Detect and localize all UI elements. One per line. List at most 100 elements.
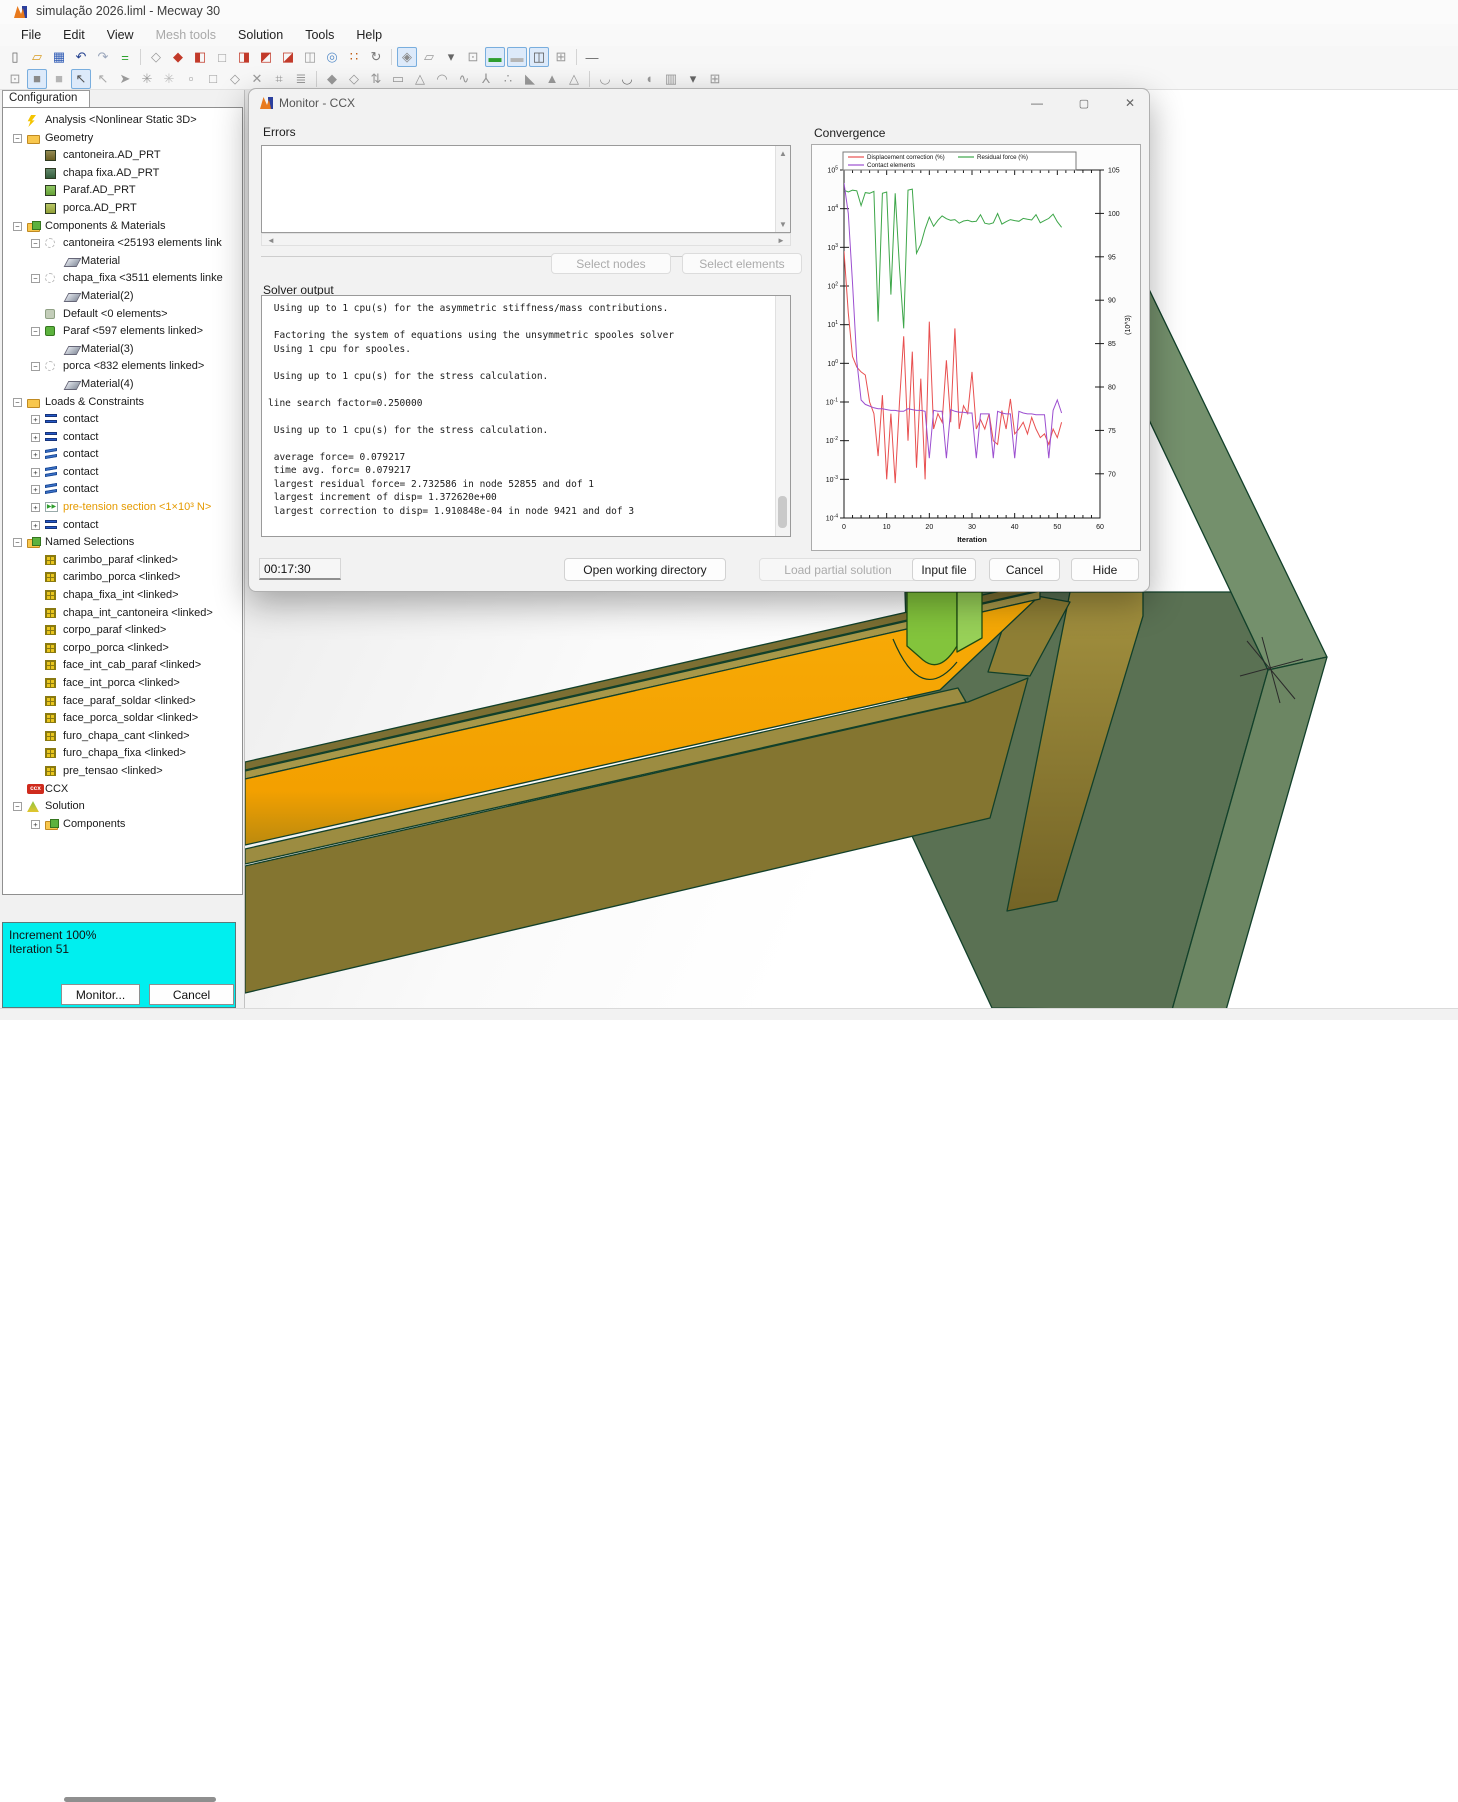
scroll-right-icon[interactable]: ► (774, 236, 788, 245)
tree-item-material3[interactable]: Material(3) (3, 341, 242, 359)
scrollbar-thumb[interactable] (64, 1797, 216, 1802)
tree-item-pre_tensao[interactable]: pre_tensao <linked> (3, 763, 242, 781)
collapse-icon[interactable]: − (31, 274, 40, 283)
toolbar-icon-1-16[interactable]: ∷ (344, 47, 364, 67)
expand-icon[interactable]: + (31, 415, 40, 424)
toolbar-icon-2-17[interactable]: ⇅ (366, 69, 386, 89)
toolbar-icon-2-16[interactable]: ◇ (344, 69, 364, 89)
tab-configuration[interactable]: Configuration (2, 90, 90, 107)
toolbar-icon-2-23[interactable]: ∴ (498, 69, 518, 89)
toolbar-icon-2-18[interactable]: ▭ (388, 69, 408, 89)
tree-item-material[interactable]: Material (3, 253, 242, 271)
toolbar-icon-1-13[interactable]: ◪ (278, 47, 298, 67)
tree-item-chapa[interactable]: chapa fixa.AD_PRT (3, 165, 242, 183)
toolbar-icon-2-20[interactable]: ◠ (432, 69, 452, 89)
toolbar-icon-2-7[interactable]: ✳ (159, 69, 179, 89)
toolbar-icon-1-9[interactable]: ◧ (190, 47, 210, 67)
scrollbar-thumb[interactable] (778, 496, 787, 528)
tree-item-chapa_fixa_int[interactable]: chapa_fixa_int <linked> (3, 587, 242, 605)
toolbar-icon-1-24[interactable]: ▬ (507, 47, 527, 67)
tree-item-named[interactable]: −Named Selections (3, 534, 242, 552)
collapse-icon[interactable]: − (13, 134, 22, 143)
tree-item-loads[interactable]: −Loads & Constraints (3, 394, 242, 412)
toolbar-icon-1-3[interactable]: ↶ (71, 47, 91, 67)
tree-item-solution[interactable]: −Solution (3, 798, 242, 816)
toolbar-icon-1-4[interactable]: ↷ (93, 47, 113, 67)
toolbar-icon-1-22[interactable]: ⊡ (463, 47, 483, 67)
toolbar-icon-2-6[interactable]: ✳ (137, 69, 157, 89)
toolbar-icon-2-9[interactable]: □ (203, 69, 223, 89)
tree-horizontal-scrollbar[interactable] (2, 896, 243, 909)
toolbar-icon-2-2[interactable]: ■ (49, 69, 69, 89)
toolbar-icon-1-7[interactable]: ◇ (146, 47, 166, 67)
toolbar-icon-1-0[interactable]: ▯ (5, 47, 25, 67)
tree-item-material2[interactable]: Material(2) (3, 288, 242, 306)
tree-item-face_int_porca[interactable]: face_int_porca <linked> (3, 675, 242, 693)
toolbar-icon-2-26[interactable]: △ (564, 69, 584, 89)
tree-item-analysis[interactable]: Analysis <Nonlinear Static 3D> (3, 112, 242, 130)
toolbar-icon-1-20[interactable]: ▱ (419, 47, 439, 67)
expand-icon[interactable]: + (31, 503, 40, 512)
expand-icon[interactable]: + (31, 485, 40, 494)
toolbar-icon-2-5[interactable]: ➤ (115, 69, 135, 89)
tree-item-components[interactable]: +Components (3, 816, 242, 834)
tree-item-face_paraf_soldar[interactable]: face_paraf_soldar <linked> (3, 693, 242, 711)
toolbar-icon-2-33[interactable]: ⊞ (705, 69, 725, 89)
collapse-icon[interactable]: − (13, 802, 22, 811)
collapse-icon[interactable]: − (13, 222, 22, 231)
close-icon[interactable]: ✕ (1115, 93, 1145, 113)
minimize-icon[interactable]: — (1022, 93, 1052, 113)
scroll-up-icon[interactable]: ▲ (776, 149, 790, 158)
toolbar-icon-1-10[interactable]: □ (212, 47, 232, 67)
toolbar-icon-2-11[interactable]: ✕ (247, 69, 267, 89)
tree-item-material4[interactable]: Material(4) (3, 376, 242, 394)
toolbar-icon-2-32[interactable]: ▾ (683, 69, 703, 89)
toolbar-icon-2-30[interactable]: ◖ (639, 69, 659, 89)
tree-item-chapa_int_cantoneira[interactable]: chapa_int_cantoneira <linked> (3, 605, 242, 623)
scroll-left-icon[interactable]: ◄ (264, 236, 278, 245)
hide-button[interactable]: Hide (1071, 558, 1139, 581)
tree-item-ccx[interactable]: ccxCCX (3, 781, 242, 799)
scroll-down-icon[interactable]: ▼ (776, 220, 790, 229)
toolbar-icon-1-23[interactable]: ▬ (485, 47, 505, 67)
tree-item-corpo_paraf[interactable]: corpo_paraf <linked> (3, 622, 242, 640)
toolbar-icon-2-10[interactable]: ◇ (225, 69, 245, 89)
select-nodes-button[interactable]: Select nodes (551, 253, 671, 274)
toolbar-icon-1-19[interactable]: ◈ (397, 47, 417, 67)
tree-item-face_porca_soldar[interactable]: face_porca_soldar <linked> (3, 710, 242, 728)
toolbar-icon-2-8[interactable]: ▫ (181, 69, 201, 89)
errors-hscrollbar[interactable]: ◄ ► (261, 233, 791, 246)
cancel-solve-button[interactable]: Cancel (149, 984, 234, 1005)
toolbar-icon-1-11[interactable]: ◨ (234, 47, 254, 67)
tree-item-contact[interactable]: +contact (3, 517, 242, 535)
tree-item-paraf[interactable]: −Paraf <597 elements linked> (3, 323, 242, 341)
toolbar-icon-2-3[interactable]: ↖ (71, 69, 91, 89)
input-file-button[interactable]: Input file (912, 558, 976, 581)
toolbar-icon-2-29[interactable]: ◡ (617, 69, 637, 89)
open-working-directory-button[interactable]: Open working directory (564, 558, 726, 581)
expand-icon[interactable]: + (31, 450, 40, 459)
maximize-icon[interactable]: ▢ (1069, 93, 1099, 113)
toolbar-icon-2-22[interactable]: ⅄ (476, 69, 496, 89)
toolbar-icon-1-25[interactable]: ◫ (529, 47, 549, 67)
collapse-icon[interactable]: − (31, 239, 40, 248)
toolbar-icon-2-21[interactable]: ∿ (454, 69, 474, 89)
tree-item-carimbo_paraf[interactable]: carimbo_paraf <linked> (3, 552, 242, 570)
expand-icon[interactable]: + (31, 468, 40, 477)
toolbar-icon-2-31[interactable]: ▥ (661, 69, 681, 89)
menu-tools[interactable]: Tools (294, 26, 345, 44)
expand-icon[interactable]: + (31, 820, 40, 829)
tree-item-pretension[interactable]: +▶▶pre-tension section <1×10³ N> (3, 499, 242, 517)
toolbar-icon-1-5[interactable]: = (115, 47, 135, 67)
toolbar-icon-2-13[interactable]: ≣ (291, 69, 311, 89)
select-elements-button[interactable]: Select elements (682, 253, 802, 274)
toolbar-icon-2-0[interactable]: ⊡ (5, 69, 25, 89)
toolbar-icon-1-21[interactable]: ▾ (441, 47, 461, 67)
tree-item-cantoneira[interactable]: −cantoneira <25193 elements link (3, 235, 242, 253)
toolbar-icon-1-15[interactable]: ◎ (322, 47, 342, 67)
toolbar-icon-2-28[interactable]: ◡ (595, 69, 615, 89)
collapse-icon[interactable]: − (31, 327, 40, 336)
solver-output-textarea[interactable]: Using up to 1 cpu(s) for the asymmetric … (261, 295, 791, 537)
tree-item-components[interactable]: −Components & Materials (3, 218, 242, 236)
collapse-icon[interactable]: − (13, 398, 22, 407)
